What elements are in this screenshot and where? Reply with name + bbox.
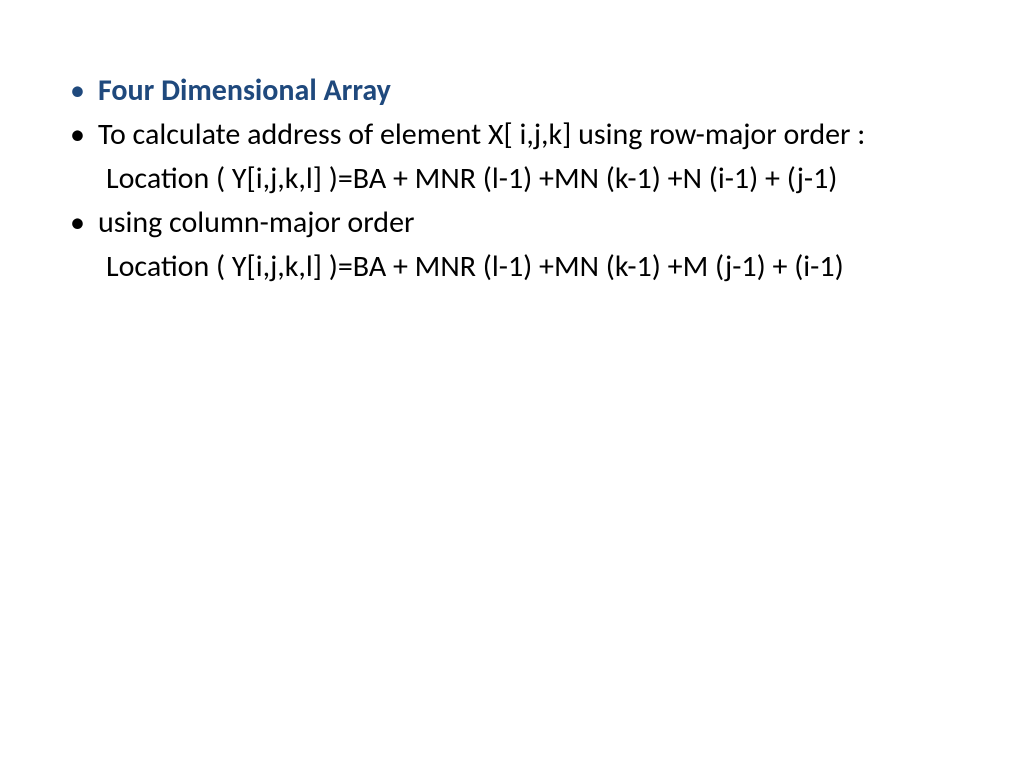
title-text: Four Dimensional Array [98,70,391,112]
bullet-item-row-major: • To calculate address of element X[ i,j… [64,114,960,156]
bullet-item-title: • Four Dimensional Array [64,70,960,112]
formula-text: Location ( Y[i,j,k,l] )=BA + MNR (l-1) +… [106,158,960,200]
bullet-item-col-major: • using column-major order [64,202,960,244]
bullet-glyph: • [64,202,98,244]
row-major-intro: To calculate address of element X[ i,j,k… [98,114,865,156]
col-major-intro: using column-major order [98,202,414,244]
formula-row-major: Location ( Y[i,j,k,l] )=BA + MNR (l-1) +… [64,158,960,200]
bullet-glyph: • [64,114,98,156]
slide-body: • Four Dimensional Array • To calculate … [0,0,1024,768]
bullet-glyph: • [64,70,98,112]
formula-col-major: Location ( Y[i,j,k,l] )=BA + MNR (l-1) +… [64,246,960,288]
formula-text: Location ( Y[i,j,k,l] )=BA + MNR (l-1) +… [106,246,960,288]
